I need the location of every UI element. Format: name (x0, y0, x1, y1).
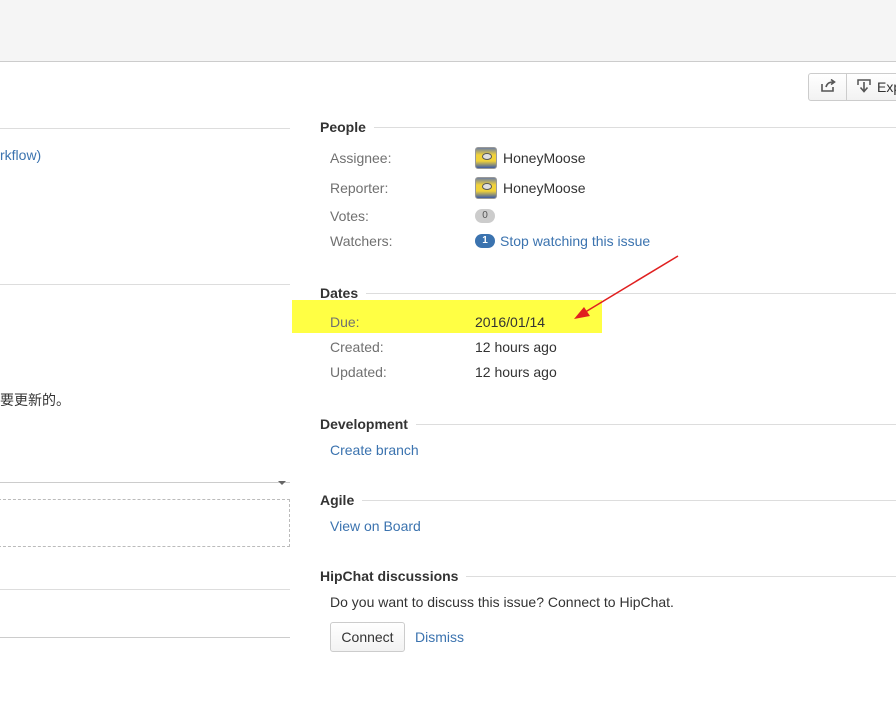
avatar (475, 177, 497, 199)
watchers-label: Watchers: (330, 233, 393, 249)
hipchat-module-header: HipChat discussions (320, 568, 896, 584)
hipchat-prompt: Do you want to discuss this issue? Conne… (330, 594, 674, 610)
created-value: 12 hours ago (475, 339, 557, 355)
left-divider (0, 128, 290, 129)
export-button[interactable]: Exp (846, 73, 896, 101)
assignee-name[interactable]: HoneyMoose (503, 150, 586, 166)
workflow-link[interactable]: rkflow) (0, 147, 41, 163)
dismiss-link[interactable]: Dismiss (415, 629, 464, 645)
description-text: 要更新的。 (0, 392, 70, 408)
stop-watching-link[interactable]: Stop watching this issue (500, 233, 650, 249)
assignee-label: Assignee: (330, 150, 392, 166)
assignee-value[interactable]: HoneyMoose (475, 147, 586, 169)
development-module-header: Development (320, 416, 896, 432)
development-heading: Development (320, 416, 408, 432)
annotation-arrow-icon (574, 255, 679, 319)
dropdown-caret-icon[interactable] (278, 481, 286, 485)
view-on-board-link[interactable]: View on Board (330, 518, 421, 534)
export-icon (857, 78, 871, 96)
export-label: Exp (877, 79, 896, 95)
agile-heading: Agile (320, 492, 355, 508)
reporter-value[interactable]: HoneyMoose (475, 177, 586, 199)
hipchat-heading: HipChat discussions (320, 568, 459, 584)
reporter-label: Reporter: (330, 180, 389, 196)
left-divider (0, 589, 290, 590)
updated-label: Updated: (330, 364, 387, 380)
left-divider (0, 482, 290, 483)
reporter-name[interactable]: HoneyMoose (503, 180, 586, 196)
watchers-value[interactable]: 1 Stop watching this issue (475, 233, 650, 249)
share-icon (820, 78, 836, 96)
votes-label: Votes: (330, 208, 369, 224)
updated-value: 12 hours ago (475, 364, 557, 380)
dates-heading: Dates (320, 285, 359, 301)
votes-value[interactable]: 0 (475, 209, 495, 223)
people-module-header: People (320, 119, 896, 135)
due-value: 2016/01/14 (475, 314, 546, 330)
left-divider (0, 284, 290, 285)
top-header-bar (0, 0, 896, 62)
left-divider (0, 637, 290, 638)
share-button[interactable] (808, 73, 847, 101)
agile-module-header: Agile (320, 492, 896, 508)
created-label: Created: (330, 339, 384, 355)
votes-count-badge[interactable]: 0 (475, 209, 495, 223)
watchers-count-badge[interactable]: 1 (475, 234, 495, 248)
people-heading: People (320, 119, 366, 135)
create-branch-link[interactable]: Create branch (330, 442, 419, 458)
due-label: Due: (330, 314, 360, 330)
attachment-drop-zone[interactable] (0, 499, 290, 547)
avatar (475, 147, 497, 169)
connect-button[interactable]: Connect (330, 622, 405, 652)
